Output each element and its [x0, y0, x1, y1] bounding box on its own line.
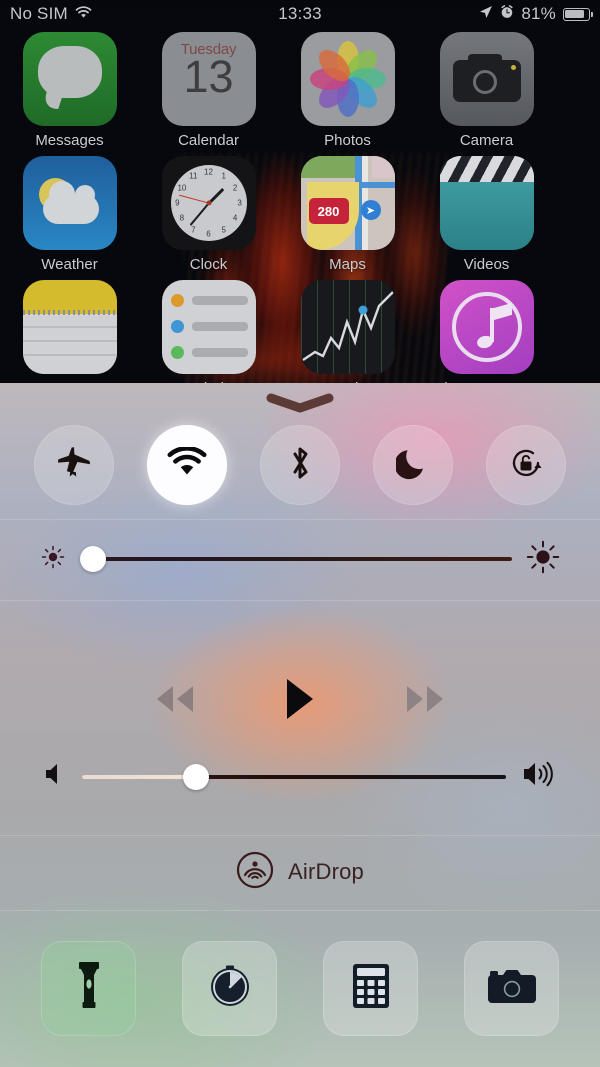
volume-slider-knob[interactable]	[183, 763, 210, 790]
volume-section	[0, 760, 600, 793]
speaker-mute-icon	[44, 761, 66, 792]
control-center-panel: AirDrop	[0, 383, 600, 1067]
volume-slider[interactable]	[82, 763, 506, 790]
calendar-icon: Tuesday 13	[161, 32, 256, 126]
app-icon-weather[interactable]: Weather	[0, 156, 139, 273]
app-icon-itunes-store[interactable]: iTunes Store	[417, 280, 556, 397]
notes-icon	[22, 280, 117, 374]
location-arrow-icon	[479, 4, 493, 24]
reminders-icon	[161, 280, 256, 374]
app-icon-notes[interactable]: Notes	[0, 280, 139, 397]
app-icon-videos[interactable]: Videos	[417, 156, 556, 273]
messages-icon	[22, 32, 117, 126]
media-section	[0, 600, 600, 815]
status-bar-right: 81%	[479, 4, 593, 24]
iphone-screen: No SIM 13:33 81% Messages Tuesday 13 Cal…	[0, 0, 600, 1067]
maps-location-pin: ➤	[360, 200, 381, 220]
rotation-lock-icon	[507, 444, 545, 487]
calculator-icon	[352, 963, 390, 1014]
airdrop-icon	[236, 851, 274, 894]
app-icon-stocks[interactable]: Stocks	[278, 280, 417, 397]
photos-icon	[300, 32, 395, 126]
app-grid: Messages Tuesday 13 Calendar Photos Came…	[0, 32, 600, 404]
battery-icon	[563, 7, 593, 21]
brightness-slider[interactable]	[79, 546, 512, 572]
carrier-label: No SIM	[10, 4, 68, 23]
airdrop-section[interactable]: AirDrop	[0, 835, 600, 909]
wifi-icon	[75, 4, 92, 24]
app-label: Messages	[35, 132, 104, 149]
rotation-lock-toggle[interactable]	[485, 425, 566, 505]
calendar-date: 13	[183, 51, 234, 102]
flashlight-icon	[72, 960, 106, 1017]
wifi-toggle[interactable]	[147, 425, 228, 505]
app-icon-clock[interactable]: 12 1 2 3 4 5 6 7 8 9 10 11 Clock	[139, 156, 278, 273]
app-label: Weather	[41, 256, 98, 273]
camera-button[interactable]	[464, 941, 559, 1036]
airplane-mode-toggle[interactable]	[34, 425, 115, 505]
app-label: Calendar	[178, 132, 239, 149]
airdrop-label: AirDrop	[288, 859, 364, 884]
app-icon-camera[interactable]: Camera	[417, 32, 556, 149]
camera-icon	[487, 966, 537, 1011]
clock-icon: 12 1 2 3 4 5 6 7 8 9 10 11	[161, 156, 256, 250]
volume-slider-fill	[82, 774, 197, 779]
brightness-slider-knob[interactable]	[79, 546, 106, 572]
itunes-store-icon	[439, 280, 534, 374]
weather-icon	[22, 156, 117, 250]
play-icon[interactable]	[283, 676, 317, 727]
timer-button[interactable]	[182, 941, 277, 1036]
stocks-icon	[300, 280, 395, 374]
app-icon-messages[interactable]: Messages	[0, 32, 139, 149]
bluetooth-icon	[287, 443, 313, 488]
camera-icon	[439, 32, 534, 126]
bluetooth-toggle[interactable]	[259, 425, 340, 505]
do-not-disturb-toggle[interactable]	[372, 425, 453, 505]
app-label: Videos	[463, 256, 510, 273]
control-center-shortcuts	[0, 910, 600, 1067]
status-bar: No SIM 13:33 81%	[0, 0, 600, 28]
media-transport-controls	[0, 676, 600, 727]
app-icon-photos[interactable]: Photos	[278, 32, 417, 149]
app-icon-maps[interactable]: 280 ➤ Maps	[278, 156, 417, 273]
brightness-low-icon	[40, 544, 66, 575]
moon-icon	[394, 446, 430, 485]
status-bar-left: No SIM	[10, 4, 92, 24]
wifi-icon	[167, 445, 207, 484]
control-center-toggles	[0, 415, 600, 515]
highway-shield: 280	[308, 198, 349, 224]
app-label: Photos	[324, 132, 371, 149]
alarm-clock-icon	[500, 4, 514, 24]
brightness-section	[0, 519, 600, 599]
airplane-icon	[56, 445, 92, 486]
battery-percent-label: 81%	[521, 4, 556, 23]
app-icon-calendar[interactable]: Tuesday 13 Calendar	[139, 32, 278, 149]
brightness-high-icon	[526, 540, 560, 579]
flashlight-button[interactable]	[41, 941, 136, 1036]
app-icon-reminders[interactable]: Reminders	[139, 280, 278, 397]
app-label: Maps	[329, 256, 366, 273]
videos-icon	[439, 156, 534, 250]
fast-forward-icon[interactable]	[397, 678, 453, 725]
timer-icon	[207, 963, 253, 1014]
maps-icon: 280 ➤	[300, 156, 395, 250]
app-label: Camera	[459, 132, 514, 149]
calculator-button[interactable]	[323, 941, 418, 1036]
app-label: Clock	[189, 256, 228, 273]
rewind-icon[interactable]	[147, 678, 203, 725]
speaker-loud-icon	[522, 760, 556, 793]
